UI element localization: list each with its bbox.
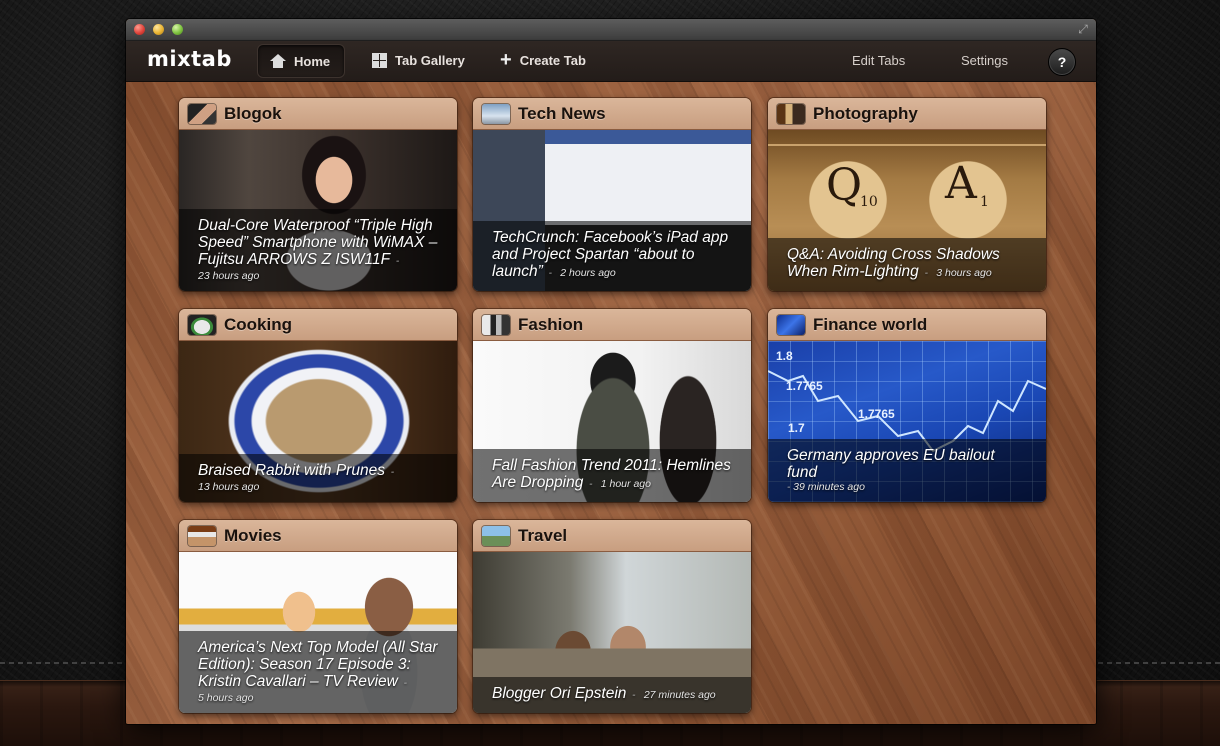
tab-card-travel[interactable]: Travel Blogger Ori Epstein - 27 minutes … bbox=[473, 520, 751, 713]
finance-number: 1.8 bbox=[776, 349, 793, 363]
top-navbar: mixtab Home Tab Gallery + Create Tab Edi… bbox=[126, 41, 1096, 82]
app-logo[interactable]: mixtab bbox=[147, 47, 232, 71]
card-caption[interactable]: Q&A: Avoiding Cross Shadows When Rim-Lig… bbox=[768, 238, 1046, 291]
nav-home-button[interactable]: Home bbox=[257, 44, 345, 78]
card-headline: Q&A: Avoiding Cross Shadows When Rim-Lig… bbox=[787, 246, 1000, 280]
tab-card-finance-world[interactable]: Finance world 1.8 1.7765 1.7765 1.7 Germ… bbox=[768, 309, 1046, 502]
card-headline: Dual-Core Waterproof “Triple High Speed”… bbox=[198, 217, 438, 268]
card-header: Finance world bbox=[768, 309, 1046, 341]
finance-number: 1.7765 bbox=[786, 379, 823, 393]
card-header: Movies bbox=[179, 520, 457, 552]
nav-settings-label: Settings bbox=[961, 52, 1008, 68]
minimize-window-button[interactable] bbox=[153, 24, 164, 35]
nav-edit-tabs-label: Edit Tabs bbox=[852, 52, 906, 68]
card-header: Travel bbox=[473, 520, 751, 552]
tab-grid: Blogok Dual-Core Waterproof “Triple High… bbox=[126, 82, 1096, 724]
card-title: Travel bbox=[518, 525, 568, 545]
nav-tab-gallery-label: Tab Gallery bbox=[395, 52, 465, 68]
window-titlebar: ⤢ bbox=[126, 19, 1096, 41]
finance-number: 1.7 bbox=[788, 421, 805, 435]
card-timestamp: 5 hours ago bbox=[198, 692, 254, 704]
plus-icon: + bbox=[500, 49, 512, 71]
close-window-button[interactable] bbox=[134, 24, 145, 35]
travel-thumbnail-icon bbox=[482, 525, 510, 546]
fashion-thumbnail-icon bbox=[482, 314, 510, 335]
card-caption[interactable]: Blogger Ori Epstein - 27 minutes ago bbox=[473, 677, 751, 713]
card-timestamp: 27 minutes ago bbox=[643, 689, 716, 701]
scrabble-tile-a-value: 1 bbox=[980, 194, 989, 210]
scrabble-tile-q: Q bbox=[826, 160, 863, 211]
scrabble-tile-a: A bbox=[945, 158, 977, 209]
card-header: Fashion bbox=[473, 309, 751, 341]
card-title: Tech News bbox=[518, 103, 606, 123]
card-title: Cooking bbox=[224, 314, 292, 334]
card-caption[interactable]: TechCrunch: Facebook’s iPad app and Proj… bbox=[473, 221, 751, 291]
tab-card-tech-news[interactable]: Tech News TechCrunch: Facebook’s iPad ap… bbox=[473, 98, 751, 291]
fullscreen-icon[interactable]: ⤢ bbox=[1076, 22, 1090, 36]
card-headline: America’s Next Top Model (All Star Editi… bbox=[198, 639, 438, 690]
card-caption[interactable]: Braised Rabbit with Prunes - 13 hours ag… bbox=[179, 454, 457, 502]
nav-settings-button[interactable]: Settings bbox=[949, 44, 1020, 76]
grid-icon bbox=[372, 52, 387, 68]
card-caption[interactable]: Germany approves EU bailout fund - 39 mi… bbox=[768, 439, 1046, 502]
card-timestamp: 1 hour ago bbox=[600, 478, 651, 490]
card-caption[interactable]: Fall Fashion Trend 2011: Hemlines Are Dr… bbox=[473, 449, 751, 502]
card-headline: Braised Rabbit with Prunes - bbox=[198, 462, 395, 479]
photography-thumbnail-icon bbox=[777, 103, 805, 124]
nav-tab-gallery-button[interactable]: Tab Gallery bbox=[360, 44, 477, 76]
scrabble-tile-q-value: 10 bbox=[860, 194, 878, 210]
nav-home-label: Home bbox=[294, 53, 331, 69]
blogok-thumbnail-icon bbox=[188, 103, 216, 124]
tab-card-blogok[interactable]: Blogok Dual-Core Waterproof “Triple High… bbox=[179, 98, 457, 291]
help-icon: ? bbox=[1057, 54, 1067, 70]
help-button[interactable]: ? bbox=[1048, 48, 1076, 76]
nav-create-tab-label: Create Tab bbox=[519, 52, 586, 68]
card-headline: Fall Fashion Trend 2011: Hemlines Are Dr… bbox=[492, 457, 731, 491]
card-title: Finance world bbox=[813, 314, 928, 334]
card-headline: TechCrunch: Facebook’s iPad app and Proj… bbox=[492, 229, 729, 280]
finance-thumbnail-icon bbox=[777, 314, 805, 335]
tab-card-movies[interactable]: Movies America’s Next Top Model (All Sta… bbox=[179, 520, 457, 713]
app-window: ⤢ mixtab Home Tab Gallery + Create Tab E… bbox=[126, 19, 1096, 724]
card-headline: Blogger Ori Epstein - 27 minutes ago bbox=[492, 685, 716, 702]
tab-card-cooking[interactable]: Cooking Braised Rabbit with Prunes - 13 … bbox=[179, 309, 457, 502]
card-caption[interactable]: Dual-Core Waterproof “Triple High Speed”… bbox=[179, 209, 457, 291]
card-timestamp: 23 hours ago bbox=[198, 270, 260, 282]
tab-card-fashion[interactable]: Fashion Fall Fashion Trend 2011: Hemline… bbox=[473, 309, 751, 502]
card-header: Cooking bbox=[179, 309, 457, 341]
card-timestamp: 2 hours ago bbox=[560, 267, 616, 279]
tab-card-photography[interactable]: Photography Q 10 A 1 Q&A: Avoiding Cross… bbox=[768, 98, 1046, 291]
card-title: Movies bbox=[224, 525, 282, 545]
card-caption[interactable]: America’s Next Top Model (All Star Editi… bbox=[179, 631, 457, 713]
card-title: Photography bbox=[813, 103, 918, 123]
card-header: Photography bbox=[768, 98, 1046, 130]
card-header: Blogok bbox=[179, 98, 457, 130]
movies-thumbnail-icon bbox=[188, 525, 216, 546]
finance-number: 1.7765 bbox=[858, 407, 895, 421]
cooking-thumbnail-icon bbox=[188, 314, 216, 335]
tech-news-thumbnail-icon bbox=[482, 103, 510, 124]
nav-create-tab-button[interactable]: + Create Tab bbox=[488, 44, 598, 76]
card-title: Fashion bbox=[518, 314, 584, 334]
card-header: Tech News bbox=[473, 98, 751, 130]
card-title: Blogok bbox=[224, 103, 282, 123]
card-timestamp: 3 hours ago bbox=[936, 267, 992, 279]
card-timestamp: - 39 minutes ago bbox=[787, 481, 865, 493]
card-timestamp: 13 hours ago bbox=[198, 481, 260, 493]
card-headline: Germany approves EU bailout fund bbox=[787, 447, 995, 481]
home-icon bbox=[270, 54, 286, 68]
zoom-window-button[interactable] bbox=[172, 24, 183, 35]
nav-edit-tabs-button[interactable]: Edit Tabs bbox=[840, 44, 917, 76]
